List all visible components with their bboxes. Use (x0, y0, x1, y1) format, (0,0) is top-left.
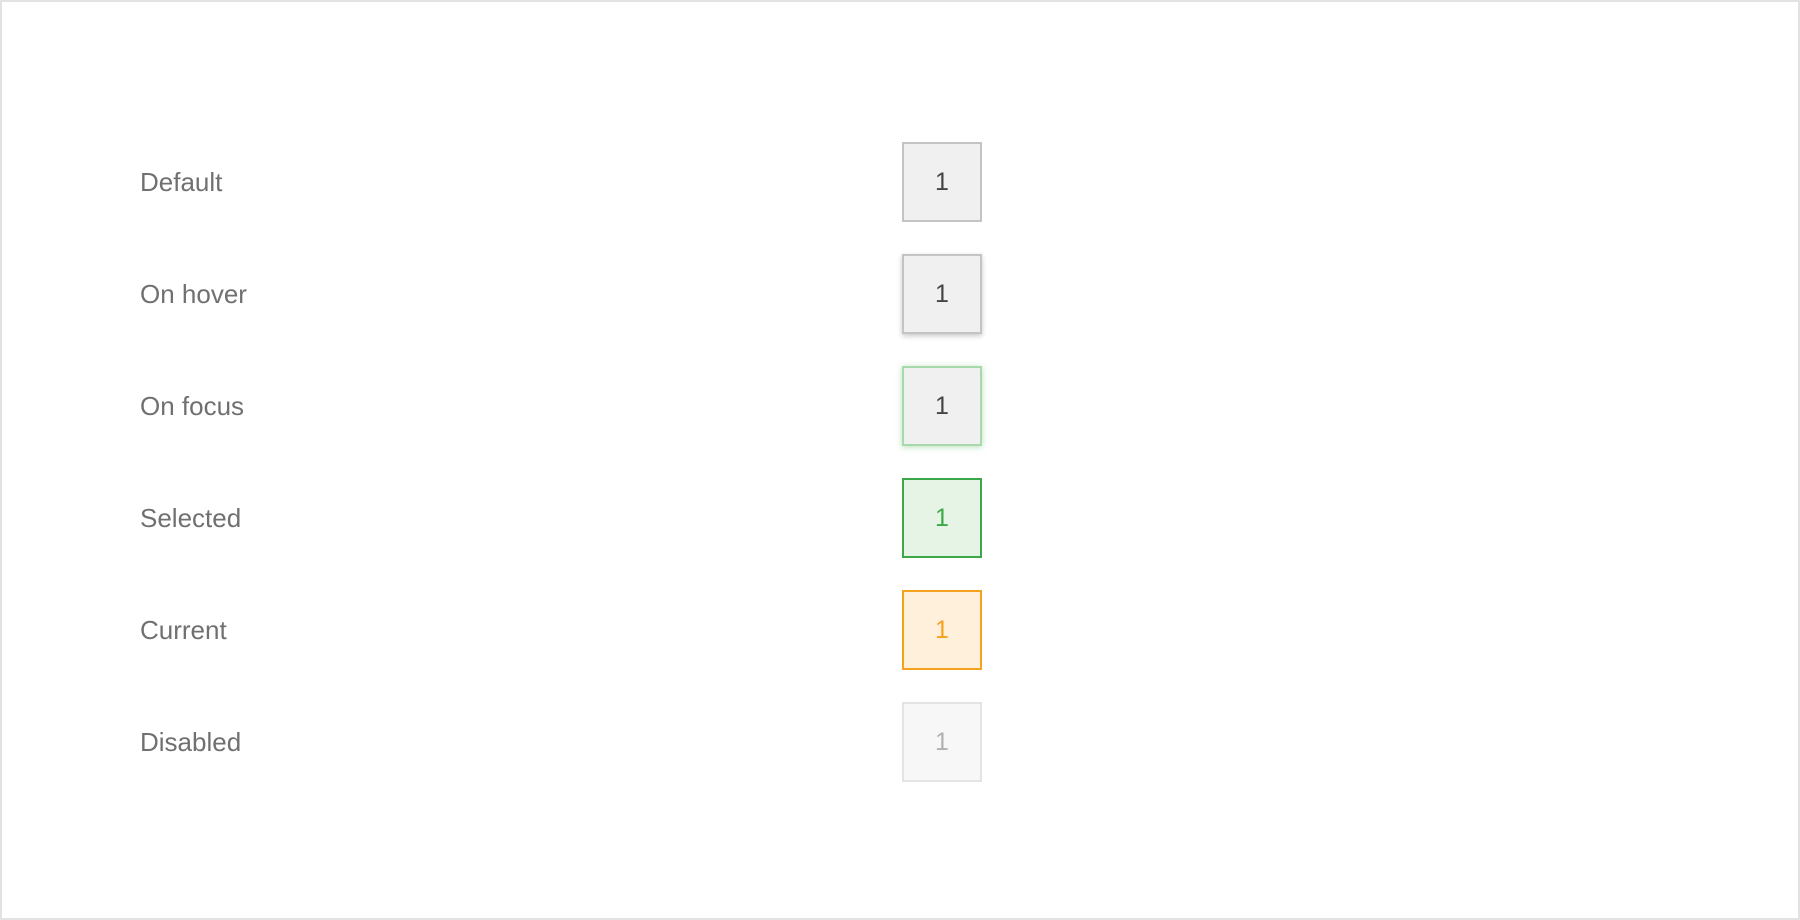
state-row-disabled: Disabled 1 (2, 686, 1798, 798)
state-row-default: Default 1 (2, 126, 1798, 238)
calendar-cell-focus[interactable]: 1 (902, 366, 982, 446)
calendar-cell-default[interactable]: 1 (902, 142, 982, 222)
state-label-current: Current (140, 615, 227, 645)
state-row-current: Current 1 (2, 574, 1798, 686)
state-label-default: Default (140, 167, 223, 197)
calendar-cell-selected[interactable]: 1 (902, 478, 982, 558)
state-row-hover: On hover 1 (2, 238, 1798, 350)
state-label-selected: Selected (140, 503, 242, 533)
states-panel: Default 1 On hover 1 On focus 1 Selected… (0, 0, 1800, 920)
calendar-cell-current[interactable]: 1 (902, 590, 982, 670)
state-label-disabled: Disabled (140, 727, 242, 757)
calendar-cell-hover[interactable]: 1 (902, 254, 982, 334)
state-row-selected: Selected 1 (2, 462, 1798, 574)
calendar-cell-disabled: 1 (902, 702, 982, 782)
state-label-hover: On hover (140, 279, 247, 309)
state-row-focus: On focus 1 (2, 350, 1798, 462)
state-label-focus: On focus (140, 391, 245, 421)
